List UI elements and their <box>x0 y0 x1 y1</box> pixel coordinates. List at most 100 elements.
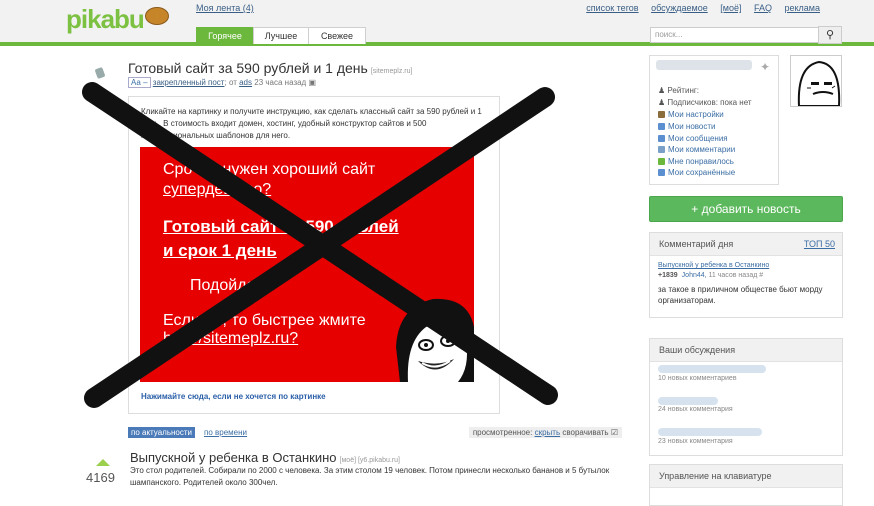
people-icon: ♟ <box>658 98 666 107</box>
banner-line: Готовый сайт за 590 рублей <box>163 217 399 236</box>
settings-small-icon <box>658 111 665 118</box>
avatar[interactable] <box>790 55 842 107</box>
sort-row: по актуальности по времени просмотренное… <box>128 427 622 440</box>
tab-best[interactable]: Лучшее <box>253 27 309 44</box>
rating-label: ♟ Рейтинг: <box>658 86 699 95</box>
add-news-label: добавить новость <box>701 202 801 216</box>
mine-link[interactable]: [моё] <box>720 3 741 13</box>
discussion-count: 10 новых комментариев <box>658 375 737 382</box>
post2-title[interactable]: Выпускной у ребенка в Останкино [моё] [y6… <box>130 450 400 465</box>
upvote-icon[interactable] <box>96 459 110 466</box>
font-size-toggle[interactable]: Аа – <box>128 77 151 88</box>
pin-icon <box>94 66 106 80</box>
sidebar-item-label: Мои сообщения <box>668 134 728 143</box>
banner-line: Срочно нужен хороший сайт <box>163 161 376 178</box>
keyboard-panel: Управление на клавиатуре <box>649 464 843 506</box>
post-title-text[interactable]: Готовый сайт за 590 рублей и 1 день <box>128 60 368 76</box>
add-news-button[interactable]: + добавить новость <box>649 196 843 222</box>
banner-line: Если да, то быстрее жмите <box>163 312 366 329</box>
comment-post-link[interactable]: Выпускной у ребенка в Останкино <box>658 262 769 269</box>
panel-title: Ваши обсуждения <box>659 345 736 355</box>
sidebar-item-label: Мои новости <box>668 122 716 131</box>
from-label: от <box>228 78 237 87</box>
comment-permalink[interactable]: # <box>759 272 763 279</box>
ads-link[interactable]: реклама <box>785 3 821 13</box>
banner-line: http://sitemeplz.ru? <box>163 330 299 347</box>
comment-meta: +1839 John44, 11 часов назад # <box>658 272 763 279</box>
pinned-post-link[interactable]: закрепленный пост <box>153 78 225 87</box>
post-rating: 4169 <box>86 470 115 485</box>
sidebar-item-news[interactable]: Мои новости <box>658 122 716 131</box>
post2-tags: [моё] [y6.pikabu.ru] <box>339 457 401 464</box>
panel-header: Управление на клавиатуре <box>650 465 842 488</box>
tag-list-link[interactable]: список тегов <box>586 3 638 13</box>
plus-icon: + <box>691 202 699 216</box>
search-input[interactable]: поиск... <box>650 27 824 43</box>
panel-header: Комментарий дня ТОП 50 <box>650 233 842 256</box>
post2-text: Это стол родителей. Собирали по 2000 с ч… <box>130 466 610 487</box>
my-feed-link[interactable]: Моя лента (4) <box>196 3 254 13</box>
sidebar-item-liked[interactable]: Мне понравилось <box>658 157 734 166</box>
sort-relevance-button[interactable]: по актуальности <box>128 427 195 438</box>
sort-by-time-link[interactable]: по времени <box>204 428 247 437</box>
messages-icon <box>658 135 665 142</box>
comment-author[interactable]: John44, <box>682 272 707 279</box>
discussion-title-blurred[interactable] <box>658 397 718 405</box>
panel-title: Управление на клавиатуре <box>659 471 772 481</box>
viewed-label: просмотренное: <box>472 428 533 437</box>
collapse-checkbox[interactable]: ☑ <box>611 428 618 437</box>
hide-viewed-link[interactable]: скрыть <box>535 428 561 437</box>
discussion-title-blurred[interactable] <box>658 365 766 373</box>
saved-icon <box>658 169 665 176</box>
banner-line: супердешево? <box>163 181 272 198</box>
comments-icon <box>658 146 665 153</box>
top-links: список тегов обсуждаемое [моё] FAQ рекла… <box>576 3 820 13</box>
faq-link[interactable]: FAQ <box>754 3 772 13</box>
avatar-face-image <box>797 60 841 106</box>
cookie-icon <box>144 7 169 25</box>
sidebar-item-messages[interactable]: Мои сообщения <box>658 134 728 143</box>
site-logo[interactable]: pikabu <box>66 4 169 35</box>
post2-title-text[interactable]: Выпускной у ребенка в Останкино <box>130 450 337 465</box>
sidebar-item-label: Мои сохранённые <box>668 168 736 177</box>
settings-icon[interactable]: ✦ <box>760 60 770 74</box>
person-icon: ♟ <box>658 86 666 95</box>
subscribers-label: ♟ Подписчиков: пока нет <box>658 98 752 107</box>
sidebar-item-saved[interactable]: Мои сохранённые <box>658 168 735 177</box>
panel-title: Комментарий дня <box>659 239 734 249</box>
image-icon: ▣ <box>308 78 317 87</box>
discussion-title-blurred[interactable] <box>658 428 762 436</box>
discussion-count: 23 новых комментария <box>658 438 733 445</box>
search-button[interactable]: ⚲ <box>818 26 842 44</box>
author-link[interactable]: ads <box>239 78 252 87</box>
comment-score: +1839 <box>658 272 678 279</box>
post-title[interactable]: Готовый сайт за 590 рублей и 1 день [site… <box>128 60 412 76</box>
sidebar-item-comments[interactable]: Мои комментарии <box>658 145 735 154</box>
sidebar-item-label: Мои настройки <box>668 110 724 119</box>
logo-text: pikabu <box>66 4 145 34</box>
sidebar-item-settings[interactable]: Мои настройки <box>658 110 724 119</box>
discussion-count: 24 новых комментария <box>658 406 733 413</box>
blurred-username <box>656 60 752 70</box>
news-icon <box>658 123 665 130</box>
tab-fresh[interactable]: Свежее <box>308 27 366 44</box>
post-meta: Аа – закрепленный пост; от ads 23 часа н… <box>128 77 317 88</box>
comment-text: за такое в приличном обществе бьют морду… <box>658 285 823 305</box>
sidebar-item-label: Мне понравилось <box>668 157 734 166</box>
ad-banner-image[interactable]: Срочно нужен хороший сайт супердешево? Г… <box>140 147 474 382</box>
discussed-link[interactable]: обсуждаемое <box>651 3 708 13</box>
viewed-controls: просмотренное: скрыть сворачивать ☑ <box>468 427 622 438</box>
subscribers-text: Подписчиков: пока нет <box>667 98 752 107</box>
post-time: 23 часа назад <box>254 78 307 87</box>
panel-header: Ваши обсуждения <box>650 339 842 362</box>
tab-hot[interactable]: Горячее <box>196 27 254 44</box>
collapse-label: сворачивать <box>562 428 609 437</box>
post-source: [sitemeplz.ru] <box>370 68 413 75</box>
banner-line: Подойдет? <box>190 277 272 294</box>
banner-line: и срок 1 день <box>163 241 277 260</box>
no-picture-link[interactable]: Нажимайте сюда, если не хочется по карти… <box>141 392 326 401</box>
post-intro-text: Кликайте на картинку и получите инструкц… <box>141 107 482 140</box>
search-icon: ⚲ <box>825 29 835 41</box>
top50-link[interactable]: ТОП 50 <box>804 233 835 255</box>
liked-icon <box>658 158 665 165</box>
